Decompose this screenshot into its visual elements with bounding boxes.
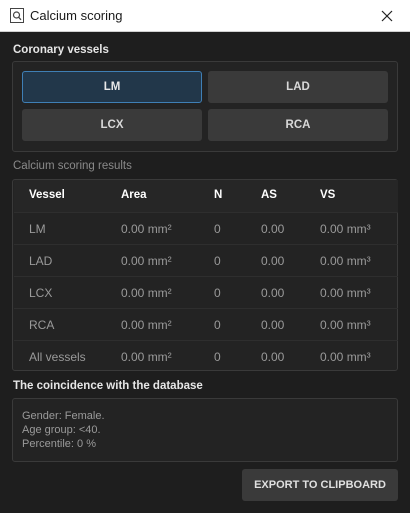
table-row: LM 0.00 mm² 0 0.00 0.00 mm³ [14,212,398,244]
close-button[interactable] [364,0,410,32]
database-info-box: Gender: Female. Age group: <40. Percenti… [12,398,398,462]
window-title: Calcium scoring [30,8,123,23]
database-heading: The coincidence with the database [13,380,203,392]
cell-vs: 0.00 mm³ [320,318,371,332]
cell-as: 0.00 [261,350,285,364]
calcium-scoring-window: Coronary vessels LM LAD LCX RCA Calcium … [0,32,410,513]
close-icon [381,10,393,22]
table-row: RCA 0.00 mm² 0 0.00 0.00 mm³ [14,308,398,340]
table-row: All vessels 0.00 mm² 0 0.00 0.00 mm³ [14,340,398,372]
cell-area: 0.00 mm² [121,350,172,364]
cell-vessel: All vessels [29,350,86,364]
column-header-area: Area [121,189,147,201]
vessel-selector-panel: LM LAD LCX RCA [12,61,398,152]
cell-as: 0.00 [261,222,285,236]
cell-n: 0 [214,318,221,332]
cell-as: 0.00 [261,254,285,268]
table-header: Vessel Area N AS VS [14,180,398,212]
cell-vs: 0.00 mm³ [320,254,371,268]
cell-area: 0.00 mm² [121,286,172,300]
table-row: LCX 0.00 mm² 0 0.00 0.00 mm³ [14,276,398,308]
cell-vs: 0.00 mm³ [320,286,371,300]
title-bar: Calcium scoring [0,0,410,32]
cell-area: 0.00 mm² [121,222,172,236]
cell-vessel: LAD [29,254,53,268]
percentile-text: Percentile: 0 % [22,438,96,450]
results-heading: Calcium scoring results [13,160,132,172]
cell-area: 0.00 mm² [121,254,172,268]
cell-vessel: LM [29,222,46,236]
vessel-button-lm[interactable]: LM [22,71,202,103]
table-row: LAD 0.00 mm² 0 0.00 0.00 mm³ [14,244,398,276]
gender-text: Gender: Female. [22,410,105,422]
cell-n: 0 [214,222,221,236]
age-group-text: Age group: <40. [22,424,101,436]
results-table: Vessel Area N AS VS LM 0.00 mm² 0 0.00 0… [12,179,398,371]
cell-vessel: RCA [29,318,55,332]
vessel-button-lad[interactable]: LAD [208,71,388,103]
column-header-vs: VS [320,189,336,201]
vessel-button-lcx[interactable]: LCX [22,109,202,141]
cell-n: 0 [214,350,221,364]
cell-n: 0 [214,254,221,268]
cell-vs: 0.00 mm³ [320,222,371,236]
cell-as: 0.00 [261,286,285,300]
cell-as: 0.00 [261,318,285,332]
column-header-n: N [214,189,223,201]
column-header-vessel: Vessel [29,189,65,201]
export-to-clipboard-button[interactable]: EXPORT TO CLIPBOARD [242,469,398,501]
cell-vs: 0.00 mm³ [320,350,371,364]
column-header-as: AS [261,189,277,201]
cell-vessel: LCX [29,286,53,300]
document-search-icon [10,8,24,23]
vessel-button-rca[interactable]: RCA [208,109,388,141]
cell-area: 0.00 mm² [121,318,172,332]
cell-n: 0 [214,286,221,300]
coronary-vessels-heading: Coronary vessels [13,44,109,56]
